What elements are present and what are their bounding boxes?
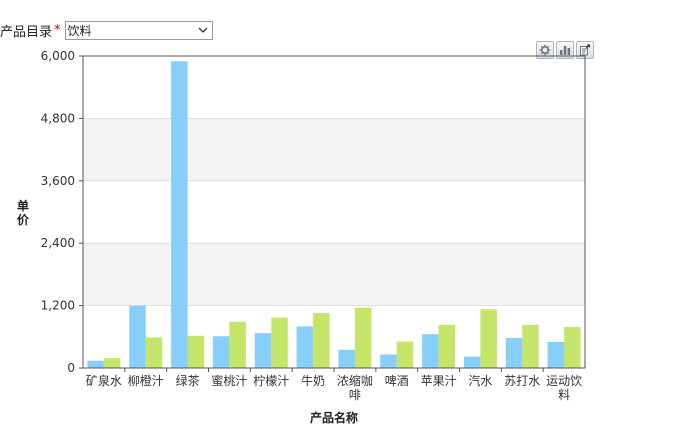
bar — [380, 354, 397, 368]
bar — [271, 317, 288, 368]
bar — [396, 341, 414, 368]
x-tick-label: 运动饮料 — [546, 374, 582, 402]
x-axis-label: 产品名称 — [310, 410, 358, 425]
bar — [463, 356, 481, 368]
bar — [313, 312, 330, 368]
bar — [187, 335, 205, 368]
bar — [438, 324, 456, 368]
grid-band — [83, 118, 585, 181]
bar — [229, 321, 246, 368]
bar — [145, 337, 163, 368]
bar — [103, 358, 121, 368]
bar — [354, 307, 372, 368]
bar — [422, 334, 439, 368]
y-tick-label: 4,800 — [41, 111, 75, 125]
x-tick-label: 蜜桃汁 — [211, 373, 247, 388]
grid-band — [83, 243, 585, 306]
y-tick-label: 6,000 — [41, 49, 75, 63]
y-tick-label: 3,600 — [41, 174, 75, 188]
x-tick-label: 牛奶 — [301, 373, 325, 388]
y-axis-label: 单价 — [17, 198, 30, 227]
x-tick-label: 汽水 — [468, 373, 492, 388]
bar — [129, 305, 146, 368]
y-tick-label: 0 — [67, 361, 75, 375]
x-tick-label: 苏打水 — [504, 374, 540, 388]
x-tick-label: 矿泉水 — [86, 374, 122, 388]
x-tick-label: 绿茶 — [176, 373, 200, 388]
plot-frame — [82, 55, 586, 369]
x-tick-label: 啤酒 — [385, 373, 409, 388]
bar — [564, 326, 581, 368]
bar — [254, 333, 272, 368]
bar — [338, 349, 355, 368]
x-tick-label: 柠檬汁 — [253, 373, 289, 388]
bar — [505, 337, 523, 368]
x-tick-label: 柳橙汁 — [128, 373, 164, 388]
price-bar-chart: 0 1,200 2,400 3,600 4,800 6,000 矿泉水 柳橙汁 绿茶 蜜桃汁 柠檬… — [17, 49, 586, 425]
x-tick-label: 苹果汁 — [421, 374, 457, 388]
bar — [171, 61, 188, 368]
bar — [547, 342, 565, 368]
bar — [87, 360, 104, 368]
bar — [212, 336, 230, 368]
bar — [480, 309, 497, 368]
x-tick-label: 浓缩咖啡 — [337, 373, 373, 402]
y-tick-label: 2,400 — [41, 236, 75, 250]
y-tick-label: 1,200 — [41, 299, 75, 313]
bar — [296, 326, 314, 368]
bar — [522, 324, 539, 368]
